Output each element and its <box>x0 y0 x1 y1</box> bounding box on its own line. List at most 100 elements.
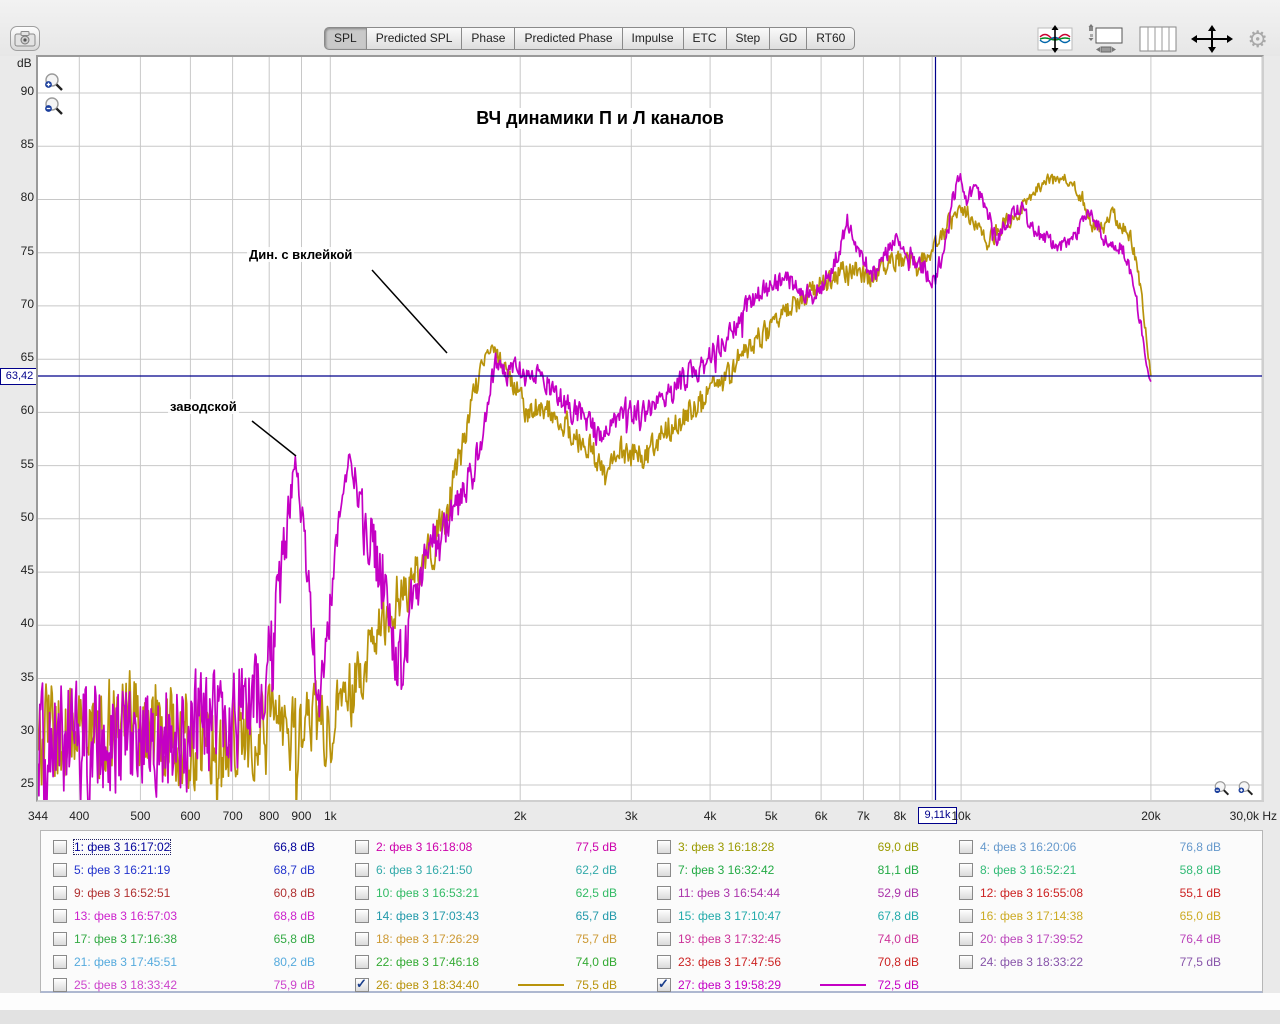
measurement-label[interactable]: 24: фев 3 18:33:22 <box>980 955 1083 969</box>
measurement-label[interactable]: 13: фев 3 16:57:03 <box>74 909 177 923</box>
measurement-checkbox[interactable] <box>657 909 671 923</box>
measurement-checkbox[interactable] <box>53 840 67 854</box>
grid-bars-icon[interactable] <box>1139 26 1177 52</box>
x-tick-label: 8k <box>893 809 907 823</box>
measurement-checkbox[interactable] <box>355 932 369 946</box>
tab-impulse[interactable]: Impulse <box>621 27 684 50</box>
measurement-label[interactable]: 17: фев 3 17:16:38 <box>74 932 177 946</box>
tab-phase[interactable]: Phase <box>461 27 516 50</box>
measurement-label[interactable]: 21: фев 3 17:45:51 <box>74 955 177 969</box>
cursor-db-readout: 63,42 <box>0 368 39 385</box>
measurement-label[interactable]: 4: фев 3 16:20:06 <box>980 840 1076 854</box>
measurement-checkbox[interactable] <box>959 840 973 854</box>
measurement-label[interactable]: 23: фев 3 17:47:56 <box>678 955 781 969</box>
measurement-label[interactable]: 2: фев 3 16:18:08 <box>376 840 472 854</box>
measurement-label[interactable]: 20: фев 3 17:39:52 <box>980 932 1083 946</box>
vertical-fit-icon[interactable] <box>1037 25 1073 53</box>
legend-item: 12: фев 3 16:55:08 55,1 dB <box>959 883 1221 903</box>
status-area <box>0 993 1280 1010</box>
measurement-label[interactable]: 27: фев 3 19:58:29 <box>678 978 781 992</box>
y-tick-label: 35 <box>20 669 34 684</box>
measurement-checkbox[interactable] <box>959 932 973 946</box>
measurement-checkbox[interactable] <box>657 840 671 854</box>
measurement-checkbox[interactable] <box>53 886 67 900</box>
measurement-label[interactable]: 1: фев 3 16:17:02 <box>72 839 172 855</box>
y-tick-label: 55 <box>20 456 34 471</box>
measurement-label[interactable]: 12: фев 3 16:55:08 <box>980 886 1083 900</box>
zoom-in-y-button[interactable] <box>42 72 64 94</box>
y-tick-label: 45 <box>20 563 34 578</box>
measurement-label[interactable]: 6: фев 3 16:21:50 <box>376 863 472 877</box>
legend-item: 21: фев 3 17:45:51 80,2 dB <box>53 952 315 972</box>
measurement-checkbox[interactable] <box>959 909 973 923</box>
measurement-checkbox[interactable] <box>657 886 671 900</box>
tab-predicted-phase[interactable]: Predicted Phase <box>514 27 623 50</box>
tab-step[interactable]: Step <box>725 27 771 50</box>
measurement-value: 75,9 dB <box>273 978 315 992</box>
x-tick-label: 10k <box>951 809 971 823</box>
measurement-checkbox[interactable] <box>959 886 973 900</box>
measurement-label[interactable]: 7: фев 3 16:32:42 <box>678 863 774 877</box>
measurement-label[interactable]: 18: фев 3 17:26:29 <box>376 932 479 946</box>
measurement-value: 70,8 dB <box>877 955 919 969</box>
measurement-checkbox[interactable] <box>355 955 369 969</box>
zoom-out-x-button[interactable] <box>1211 780 1231 798</box>
x-tick-label: 600 <box>180 809 201 823</box>
tab-gd[interactable]: GD <box>769 27 808 50</box>
view-tabs: SPL Predicted SPL Phase Predicted Phase Impu… <box>324 27 856 50</box>
measurement-label[interactable]: 11: фев 3 16:54:44 <box>678 886 780 900</box>
measurement-label[interactable]: 26: фев 3 18:34:40 <box>376 978 479 992</box>
pan-arrows-icon[interactable] <box>1191 25 1234 53</box>
annotation-glued-driver: Дин. с вклейкой <box>247 247 355 262</box>
measurement-checkbox[interactable] <box>657 932 671 946</box>
y-tick-label: 80 <box>20 190 34 205</box>
measurement-label[interactable]: 25: фев 3 18:33:42 <box>74 978 177 992</box>
measurement-checkbox[interactable] <box>355 840 369 854</box>
measurement-label[interactable]: 10: фев 3 16:53:21 <box>376 886 479 900</box>
measurement-label[interactable]: 22: фев 3 17:46:18 <box>376 955 479 969</box>
measurement-label[interactable]: 14: фев 3 17:03:43 <box>376 909 479 923</box>
gear-icon[interactable]: ⚙ <box>1247 28 1268 51</box>
legend-item: 22: фев 3 17:46:18 74,0 dB <box>355 952 617 972</box>
spl-graph[interactable] <box>36 55 1264 802</box>
tab-etc[interactable]: ETC <box>682 27 727 50</box>
tab-spl[interactable]: SPL <box>324 27 367 50</box>
measurement-label[interactable]: 9: фев 3 16:52:51 <box>74 886 170 900</box>
y-tick-label: 75 <box>20 243 34 258</box>
zoom-out-y-button[interactable] <box>42 96 64 118</box>
measurement-checkbox[interactable] <box>657 976 671 992</box>
measurement-label[interactable]: 19: фев 3 17:32:45 <box>678 932 781 946</box>
measurement-checkbox[interactable] <box>355 976 369 992</box>
measurement-label[interactable]: 16: фев 3 17:14:38 <box>980 909 1083 923</box>
measurement-value: 58,8 dB <box>1179 863 1221 877</box>
measurement-label[interactable]: 15: фев 3 17:10:47 <box>678 909 781 923</box>
measurement-checkbox[interactable] <box>53 955 67 969</box>
measurement-label[interactable]: 8: фев 3 16:52:21 <box>980 863 1076 877</box>
measurement-checkbox[interactable] <box>53 978 67 992</box>
measurement-label[interactable]: 3: фев 3 16:18:28 <box>678 840 774 854</box>
measurement-value: 66,8 dB <box>273 840 315 854</box>
graph-limits-icon[interactable] <box>1087 24 1125 54</box>
magnifier-plus-icon <box>45 73 63 91</box>
measurement-checkbox[interactable] <box>959 863 973 877</box>
measurement-checkbox[interactable] <box>355 886 369 900</box>
measurement-value: 68,8 dB <box>273 909 315 923</box>
x-tick-label: 900 <box>291 809 312 823</box>
measurement-checkbox[interactable] <box>355 909 369 923</box>
zoom-in-x-button[interactable] <box>1235 780 1255 798</box>
measurement-checkbox[interactable] <box>959 955 973 969</box>
measurement-checkbox[interactable] <box>657 955 671 969</box>
measurement-checkbox[interactable] <box>657 863 671 877</box>
x-tick-label: 20k <box>1141 809 1161 823</box>
measurement-checkbox[interactable] <box>53 932 67 946</box>
measurement-checkbox[interactable] <box>355 863 369 877</box>
tab-rt60[interactable]: RT60 <box>806 27 856 50</box>
measurement-label[interactable]: 5: фев 3 16:21:19 <box>74 863 170 877</box>
graph-canvas[interactable] <box>38 57 1262 800</box>
measurement-checkbox[interactable] <box>53 909 67 923</box>
measurement-checkbox[interactable] <box>53 863 67 877</box>
measurement-value: 55,1 dB <box>1179 886 1221 900</box>
tab-predicted-spl[interactable]: Predicted SPL <box>365 27 463 50</box>
capture-graph-button[interactable] <box>10 26 40 51</box>
measurement-value: 76,4 dB <box>1179 932 1221 946</box>
